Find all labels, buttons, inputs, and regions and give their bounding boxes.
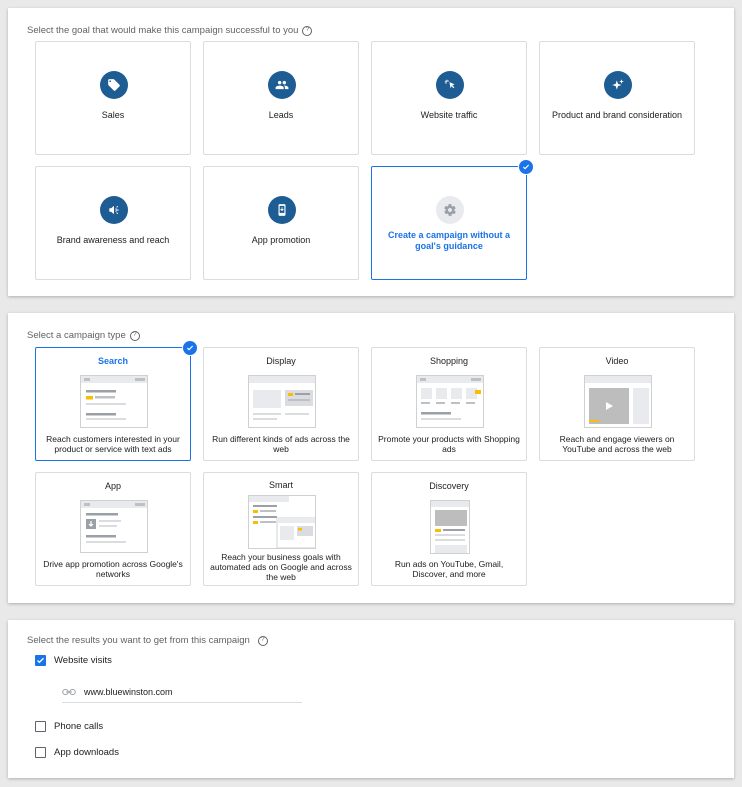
type-title: Smart — [268, 480, 293, 490]
type-card-display[interactable]: Display Run different kinds of ads acros… — [203, 347, 359, 461]
checkbox-icon[interactable] — [35, 747, 46, 758]
phone-icon — [268, 196, 296, 224]
checkbox-checked-icon[interactable] — [35, 655, 46, 666]
selected-check-icon — [518, 159, 534, 175]
website-url-field[interactable]: www.bluewinston.com — [62, 682, 302, 703]
goal-card-app-promotion[interactable]: App promotion — [203, 166, 359, 280]
type-title: Shopping — [429, 356, 469, 366]
goal-card-website-traffic[interactable]: Website traffic — [371, 41, 527, 155]
type-description: Run ads on YouTube, Gmail, Discover, and… — [394, 559, 504, 579]
sparkle-icon — [604, 71, 632, 99]
type-card-shopping[interactable]: Shopping Promote your products with Shop… — [371, 347, 527, 461]
result-option-app-downloads[interactable]: App downloads — [35, 747, 119, 758]
results-section-label: Select the results you want to get from … — [27, 635, 268, 646]
type-card-video[interactable]: Video Reach and engage viewers on YouTub… — [539, 347, 695, 461]
goal-label: Brand awareness and reach — [56, 235, 170, 245]
result-option-label: Website visits — [54, 655, 112, 666]
goal-label: Sales — [101, 110, 125, 120]
smart-ad-preview — [248, 495, 316, 549]
help-icon[interactable]: ? — [257, 635, 268, 646]
goal-label: Leads — [268, 110, 294, 120]
type-description: Reach and engage viewers on YouTube and … — [559, 434, 675, 454]
type-title: Display — [266, 356, 296, 366]
goal-card-brand-awareness[interactable]: Brand awareness and reach — [35, 166, 191, 280]
goal-card-product-brand[interactable]: Product and brand consideration — [539, 41, 695, 155]
type-description: Reach your business goals with automated… — [210, 552, 352, 582]
discovery-ad-preview — [430, 500, 470, 554]
search-ad-preview — [80, 375, 148, 428]
type-description: Drive app promotion across Google's netw… — [43, 559, 183, 579]
goal-card-leads[interactable]: Leads — [203, 41, 359, 155]
goal-label: Product and brand consideration — [551, 110, 683, 120]
type-card-app[interactable]: App Drive app promotion across Google's … — [35, 472, 191, 586]
website-url-value: www.bluewinston.com — [84, 687, 173, 697]
megaphone-icon — [100, 196, 128, 224]
goal-label: App promotion — [251, 235, 311, 245]
type-title: Video — [605, 356, 629, 366]
type-title: App — [104, 481, 121, 491]
help-icon[interactable]: ? — [129, 330, 140, 341]
goal-label: Create a campaign without a goal's guida… — [387, 230, 511, 251]
goal-label: Website traffic — [420, 110, 478, 120]
result-option-label: Phone calls — [54, 721, 104, 732]
shopping-ad-preview — [416, 375, 484, 428]
cursor-click-icon — [436, 71, 464, 99]
selected-check-icon — [182, 340, 198, 356]
result-option-website-visits[interactable]: Website visits — [35, 655, 112, 666]
display-ad-preview — [248, 375, 316, 428]
type-card-search[interactable]: Search Reach customers interested in you… — [35, 340, 198, 461]
gear-icon — [436, 196, 464, 224]
type-title: Search — [97, 356, 129, 366]
result-option-phone-calls[interactable]: Phone calls — [35, 721, 103, 732]
app-ad-preview — [80, 500, 148, 553]
type-card-smart[interactable]: Smart Reach your business goals with aut… — [203, 472, 359, 586]
checkbox-icon[interactable] — [35, 721, 46, 732]
type-description: Run different kinds of ads across the we… — [212, 434, 350, 454]
goal-card-no-guidance[interactable]: Create a campaign without a goal's guida… — [371, 159, 534, 280]
type-description: Reach customers interested in your produ… — [46, 434, 180, 454]
video-ad-preview — [584, 375, 652, 428]
type-section-label: Select a campaign type ? — [27, 330, 140, 341]
people-icon — [268, 71, 296, 99]
type-description: Promote your products with Shopping ads — [378, 434, 520, 454]
link-icon — [62, 688, 76, 696]
goal-card-sales[interactable]: Sales — [35, 41, 191, 155]
help-icon[interactable]: ? — [302, 25, 313, 36]
tag-icon — [100, 71, 128, 99]
type-card-discovery[interactable]: Discovery Run ads on YouTube, Gmail, Dis… — [371, 472, 527, 586]
type-title: Discovery — [429, 481, 469, 491]
goal-section-label: Select the goal that would make this cam… — [27, 25, 313, 36]
result-option-label: App downloads — [54, 747, 119, 758]
